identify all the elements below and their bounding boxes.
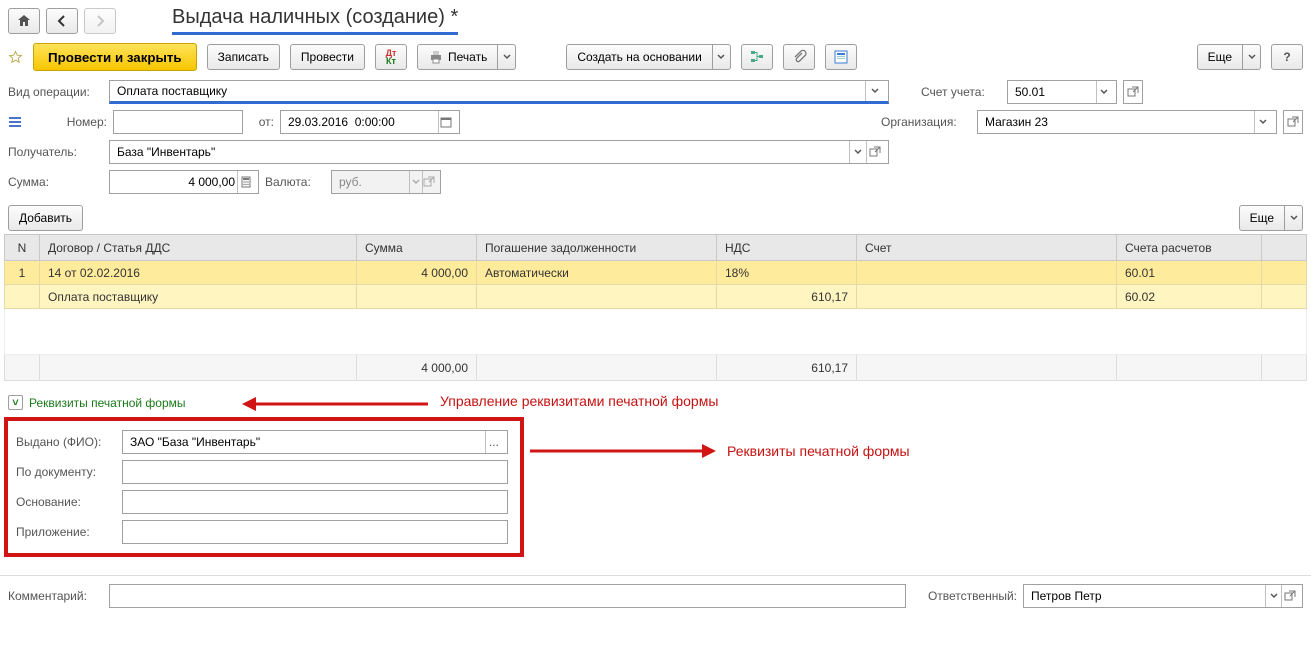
open-icon[interactable] xyxy=(1281,585,1297,607)
col-n[interactable]: N xyxy=(5,235,40,261)
col-contract[interactable]: Договор / Статья ДДС xyxy=(40,235,357,261)
submit-close-button[interactable]: Провести и закрыть xyxy=(33,43,197,71)
number-label: Номер: xyxy=(32,115,107,129)
col-extra xyxy=(1262,235,1307,261)
report-icon xyxy=(833,49,849,65)
sum-field[interactable] xyxy=(109,170,259,194)
annotation-arrow-1 xyxy=(240,393,430,415)
chevron-down-icon xyxy=(409,171,422,193)
add-row-button[interactable]: Добавить xyxy=(8,205,83,231)
account-field[interactable] xyxy=(1007,80,1117,104)
open-icon[interactable] xyxy=(1123,80,1143,104)
org-label: Организация: xyxy=(881,115,971,129)
help-button[interactable]: ? xyxy=(1271,44,1303,70)
col-repay[interactable]: Погашение задолженности xyxy=(477,235,717,261)
issued-field[interactable]: ... xyxy=(122,430,508,454)
chevron-down-icon[interactable] xyxy=(1254,111,1271,133)
paperclip-icon xyxy=(791,49,807,65)
post-button[interactable]: Провести xyxy=(290,44,365,70)
annotation-arrow-2 xyxy=(528,440,718,462)
print-form-group-title[interactable]: Реквизиты печатной формы xyxy=(29,396,186,410)
resp-label: Ответственный: xyxy=(912,589,1017,603)
payments-table[interactable]: N Договор / Статья ДДС Сумма Погашение з… xyxy=(4,234,1307,381)
currency-label: Валюта: xyxy=(265,175,325,189)
account-label: Счет учета: xyxy=(921,85,1001,99)
dtkt-button[interactable]: ДтКт xyxy=(375,44,407,70)
col-acc[interactable]: Счет xyxy=(857,235,1117,261)
number-field[interactable] xyxy=(113,110,243,134)
home-button[interactable] xyxy=(8,8,40,34)
attach-button[interactable] xyxy=(783,44,815,70)
op-type-label: Вид операции: xyxy=(8,85,103,99)
list-icon xyxy=(8,115,26,129)
doc-label: По документу: xyxy=(16,465,116,479)
annotation-text-1: Управление реквизитами печатной формы xyxy=(440,393,718,409)
annex-field[interactable] xyxy=(122,520,508,544)
home-icon xyxy=(16,13,32,29)
print-dropdown[interactable]: Печать xyxy=(417,44,516,70)
printer-icon xyxy=(428,49,444,65)
calendar-icon[interactable] xyxy=(438,111,454,133)
chevron-down-icon[interactable] xyxy=(865,81,883,101)
basis-label: Основание: xyxy=(16,495,116,509)
print-label: Печать xyxy=(448,50,487,64)
date-field[interactable] xyxy=(280,110,460,134)
table-row[interactable]: Оплата поставщику 610,17 60.02 xyxy=(5,285,1307,309)
more-dropdown[interactable]: Еще xyxy=(1197,44,1261,70)
chevron-down-icon[interactable] xyxy=(1096,81,1111,103)
create-based-label: Создать на основании xyxy=(577,50,702,64)
group-toggle[interactable]: ˅ xyxy=(8,395,23,410)
resp-field[interactable] xyxy=(1023,584,1303,608)
chevron-down-icon[interactable] xyxy=(1265,585,1281,607)
calculator-icon[interactable] xyxy=(237,171,253,193)
table-row[interactable]: 1 14 от 02.02.2016 4 000,00 Автоматическ… xyxy=(5,261,1307,285)
nav-back-button[interactable] xyxy=(46,8,78,34)
col-sum[interactable]: Сумма xyxy=(357,235,477,261)
col-vat[interactable]: НДС xyxy=(717,235,857,261)
save-button[interactable]: Записать xyxy=(207,44,280,70)
table-more-label: Еще xyxy=(1250,211,1274,225)
currency-field xyxy=(331,170,441,194)
col-settle[interactable]: Счета расчетов xyxy=(1117,235,1262,261)
annotation-text-2: Реквизиты печатной формы xyxy=(727,443,910,459)
tree-icon xyxy=(749,49,765,65)
date-from-label: от: xyxy=(249,115,274,129)
table-more-dropdown[interactable]: Еще xyxy=(1239,205,1303,231)
report-button[interactable] xyxy=(825,44,857,70)
open-icon[interactable] xyxy=(866,141,883,163)
doc-field[interactable] xyxy=(122,460,508,484)
ellipsis-icon[interactable]: ... xyxy=(485,431,502,453)
org-field[interactable] xyxy=(977,110,1277,134)
page-title: Выдача наличных (создание) * xyxy=(172,6,458,35)
annex-label: Приложение: xyxy=(16,525,116,539)
related-button[interactable] xyxy=(741,44,773,70)
sum-label: Сумма: xyxy=(8,175,103,189)
arrow-right-icon xyxy=(92,13,108,29)
arrow-left-icon xyxy=(54,13,70,29)
more-label: Еще xyxy=(1208,50,1232,64)
basis-field[interactable] xyxy=(122,490,508,514)
open-icon[interactable] xyxy=(1283,110,1303,134)
favorite-star-icon[interactable] xyxy=(8,50,23,65)
issued-label: Выдано (ФИО): xyxy=(16,435,116,449)
payee-field[interactable] xyxy=(109,140,889,164)
table-totals: 4 000,00 610,17 xyxy=(5,355,1307,381)
chevron-down-icon xyxy=(503,53,511,61)
op-type-field[interactable] xyxy=(109,80,889,104)
chevron-down-icon xyxy=(1290,214,1298,222)
nav-forward-button xyxy=(84,8,116,34)
payee-label: Получатель: xyxy=(8,145,103,159)
chevron-down-icon xyxy=(1248,53,1256,61)
create-based-dropdown[interactable]: Создать на основании xyxy=(566,44,731,70)
comment-field[interactable] xyxy=(109,584,906,608)
open-icon xyxy=(422,171,435,193)
chevron-down-icon xyxy=(717,53,725,61)
chevron-down-icon[interactable] xyxy=(849,141,866,163)
comment-label: Комментарий: xyxy=(8,589,103,603)
